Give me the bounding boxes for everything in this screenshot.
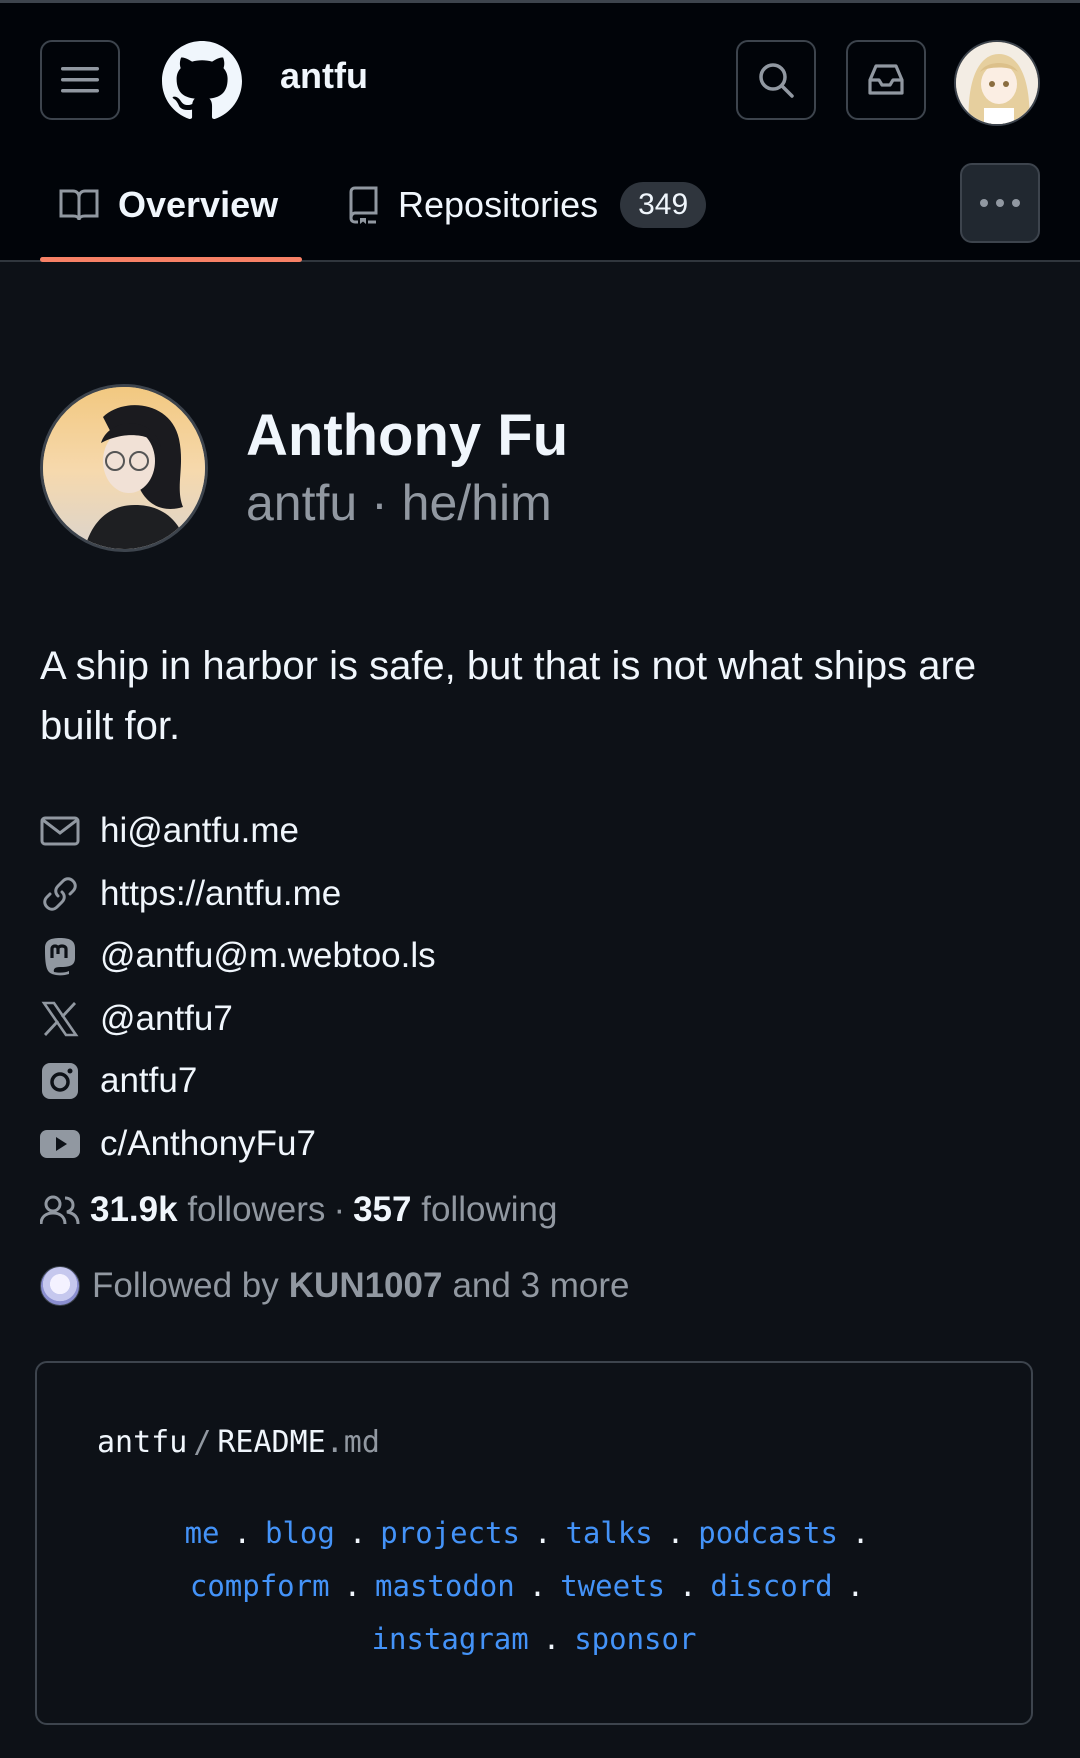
readme-dot: . bbox=[542, 1622, 561, 1656]
readme-dot: . bbox=[343, 1569, 362, 1603]
youtube-link[interactable]: c/AnthonyFu7 bbox=[40, 1113, 1040, 1176]
readme-link-mastodon[interactable]: mastodon bbox=[375, 1569, 515, 1603]
followed-by-suffix: and 3 more bbox=[452, 1266, 630, 1305]
avatar-illustration-icon bbox=[956, 42, 1038, 124]
tab-repositories[interactable]: Repositories 349 bbox=[346, 155, 707, 255]
followers-link[interactable]: 31.9k followers bbox=[90, 1190, 325, 1230]
readme-dot: . bbox=[678, 1569, 697, 1603]
profile-avatar[interactable] bbox=[40, 384, 208, 552]
profile-bio: A ship in harbor is safe, but that is no… bbox=[40, 644, 977, 748]
instagram-link[interactable]: antfu7 bbox=[40, 1050, 1040, 1113]
readme-dot: . bbox=[851, 1516, 870, 1550]
readme-link-talks[interactable]: talks bbox=[565, 1516, 652, 1550]
readme-link-podcasts[interactable]: podcasts bbox=[698, 1516, 838, 1550]
search-button[interactable] bbox=[736, 40, 816, 120]
people-icon bbox=[40, 1194, 80, 1226]
followed-by[interactable]: Followed by KUN1007 and 3 more bbox=[40, 1266, 630, 1306]
readme-link-blog[interactable]: blog bbox=[265, 1516, 335, 1550]
inbox-button[interactable] bbox=[846, 40, 926, 120]
readme-link-sponsor[interactable]: sponsor bbox=[574, 1622, 696, 1656]
website-text: https://antfu.me bbox=[100, 873, 342, 913]
readme-link-projects[interactable]: projects bbox=[380, 1516, 520, 1550]
readme-file-base[interactable]: README bbox=[217, 1425, 325, 1460]
x-text: @antfu7 bbox=[100, 998, 233, 1038]
menu-button[interactable] bbox=[40, 40, 120, 120]
follow-stats: 31.9k followers · 357 following bbox=[40, 1190, 557, 1230]
readme-links-row-3: instagram. sponsor bbox=[37, 1613, 1031, 1666]
book-icon bbox=[58, 187, 100, 223]
repositories-counter: 349 bbox=[620, 182, 707, 228]
mastodon-link[interactable]: @antfu@m.webtoo.ls bbox=[40, 925, 1040, 988]
profile-name: Anthony Fu bbox=[246, 403, 569, 468]
email-link[interactable]: hi@antfu.me bbox=[40, 800, 1040, 863]
readme-links-row-2: compform. mastodon. tweets. discord. bbox=[37, 1560, 1031, 1613]
followers-count: 31.9k bbox=[90, 1190, 178, 1229]
link-icon bbox=[40, 874, 80, 914]
readme-link-discord[interactable]: discord bbox=[710, 1569, 832, 1603]
mail-icon bbox=[40, 811, 80, 851]
readme-file-ext: .md bbox=[325, 1425, 380, 1460]
readme-link-tweets[interactable]: tweets bbox=[560, 1569, 665, 1603]
x-icon bbox=[40, 999, 80, 1039]
followed-by-prefix: Followed by bbox=[92, 1266, 279, 1305]
readme-links-row-1: me. blog. projects. talks. podcasts. bbox=[37, 1507, 1031, 1560]
readme-dot: . bbox=[533, 1516, 552, 1550]
hamburger-icon bbox=[61, 67, 99, 93]
readme-dot: . bbox=[348, 1516, 367, 1550]
inbox-icon bbox=[868, 64, 904, 95]
following-count: 357 bbox=[353, 1190, 412, 1229]
following-link[interactable]: 357 following bbox=[353, 1190, 557, 1230]
instagram-text: antfu7 bbox=[100, 1061, 198, 1101]
active-tab-indicator bbox=[40, 257, 302, 262]
kebab-horizontal-icon bbox=[980, 199, 1020, 207]
readme-title: antfu / README.md bbox=[97, 1425, 380, 1460]
profile-login-pronouns: antfu · he/him bbox=[246, 475, 552, 531]
owner-name-link[interactable]: antfu bbox=[280, 55, 368, 97]
readme-slash: / bbox=[193, 1425, 212, 1460]
readme-owner[interactable]: antfu bbox=[97, 1425, 187, 1460]
readme-dot: . bbox=[666, 1516, 685, 1550]
tab-overview-label: Overview bbox=[118, 184, 279, 225]
youtube-icon bbox=[40, 1124, 80, 1164]
app-header: antfu Overview Repositories 349 bbox=[0, 3, 1080, 262]
followers-label: followers bbox=[187, 1190, 326, 1229]
youtube-text: c/AnthonyFu7 bbox=[100, 1123, 316, 1163]
mastodon-icon bbox=[40, 936, 80, 976]
following-label: following bbox=[421, 1190, 558, 1229]
website-link[interactable]: https://antfu.me bbox=[40, 863, 1040, 926]
instagram-icon bbox=[40, 1061, 80, 1101]
stats-separator: · bbox=[333, 1190, 346, 1229]
readme-link-instagram[interactable]: instagram bbox=[372, 1622, 529, 1656]
mastodon-text: @antfu@m.webtoo.ls bbox=[100, 936, 436, 976]
search-icon bbox=[759, 63, 794, 98]
profile-links: hi@antfu.me https://antfu.me @antfu@m.we… bbox=[40, 800, 1040, 1175]
follower-avatar bbox=[40, 1266, 80, 1306]
tab-repositories-label: Repositories bbox=[398, 184, 599, 225]
x-link[interactable]: @antfu7 bbox=[40, 988, 1040, 1051]
repo-icon bbox=[346, 185, 380, 225]
github-logo-icon[interactable] bbox=[162, 41, 242, 121]
followed-by-user[interactable]: KUN1007 bbox=[289, 1266, 443, 1306]
profile-illustration-icon bbox=[43, 387, 205, 549]
readme-card: antfu / README.md me. blog. projects. talks. p… bbox=[35, 1361, 1033, 1725]
readme-dot: . bbox=[528, 1569, 547, 1603]
tab-overview[interactable]: Overview bbox=[58, 155, 278, 255]
readme-links: me. blog. projects. talks. podcasts. compfor… bbox=[37, 1507, 1031, 1666]
user-avatar[interactable] bbox=[954, 40, 1040, 126]
readme-link-me[interactable]: me bbox=[185, 1516, 220, 1550]
readme-dot: . bbox=[846, 1569, 865, 1603]
readme-link-compform[interactable]: compform bbox=[190, 1569, 330, 1603]
more-tabs-button[interactable] bbox=[960, 163, 1040, 243]
readme-dot: . bbox=[233, 1516, 251, 1550]
email-text: hi@antfu.me bbox=[100, 811, 299, 851]
